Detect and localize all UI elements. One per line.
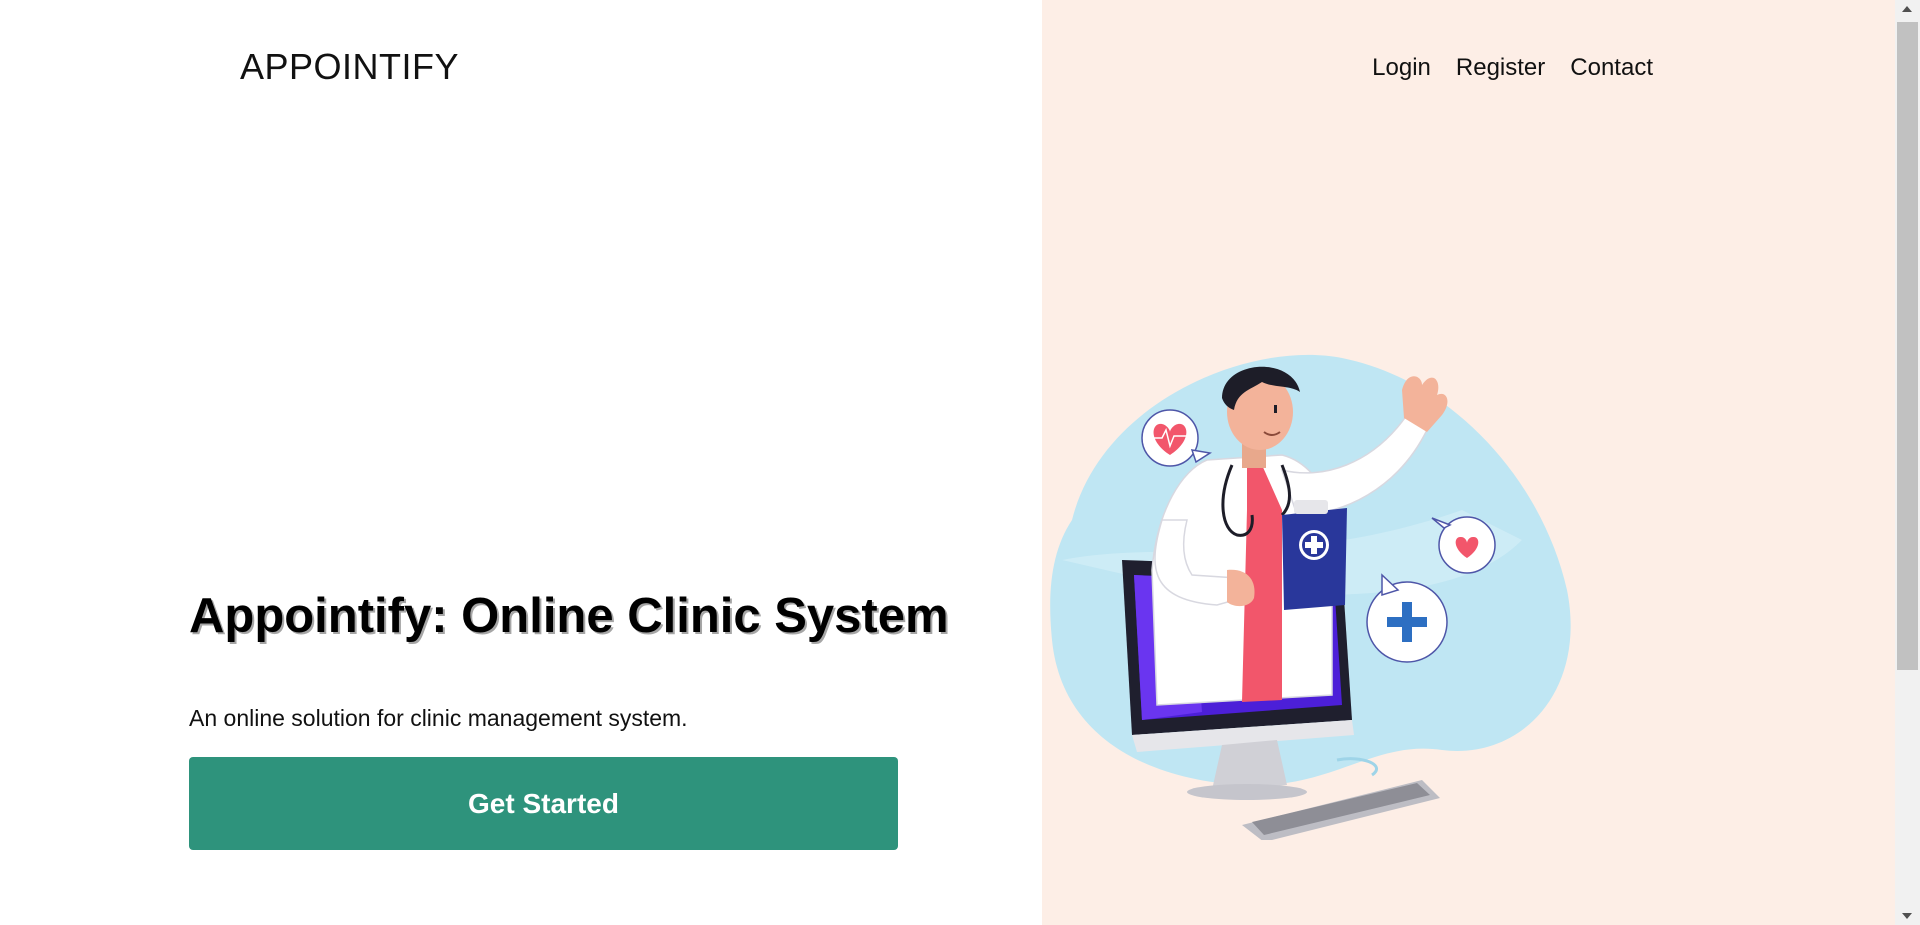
scroll-down-icon[interactable] — [1902, 913, 1912, 919]
nav-contact-link[interactable]: Contact — [1570, 54, 1653, 82]
brand-logo[interactable]: APPOINTIFY — [240, 46, 459, 88]
page-scrollbar[interactable] — [1895, 0, 1920, 925]
hero-subtitle: An online solution for clinic management… — [189, 705, 688, 731]
hero-title: Appointify: Online Clinic System — [189, 589, 949, 643]
get-started-button[interactable]: Get Started — [189, 757, 898, 850]
scroll-up-icon[interactable] — [1902, 6, 1912, 12]
landing-page: APPOINTIFY Login Register Contact Appoin… — [0, 0, 1920, 925]
doctor-illustration — [1050, 354, 1571, 840]
scrollbar-thumb[interactable] — [1897, 22, 1918, 670]
nav-register-link[interactable]: Register — [1456, 54, 1545, 82]
nav-login-link[interactable]: Login — [1372, 54, 1431, 82]
top-nav: Login Register Contact — [1372, 54, 1653, 82]
clipboard-icon — [1282, 500, 1347, 610]
